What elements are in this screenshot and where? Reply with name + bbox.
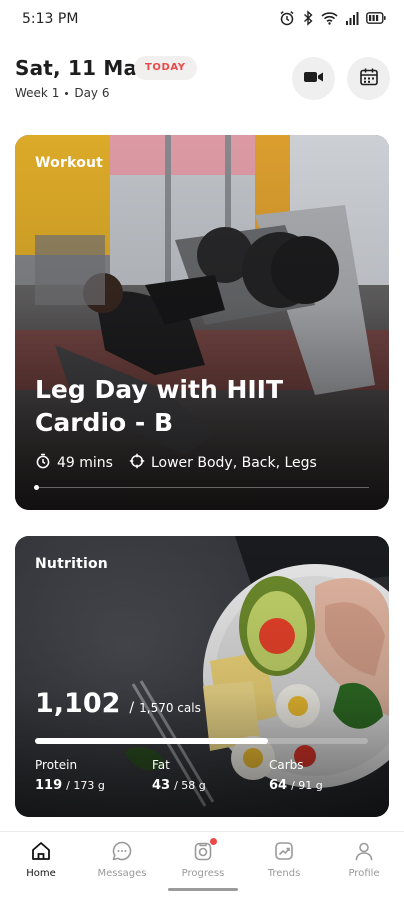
workout-target-areas: Lower Body, Back, Legs — [150, 455, 317, 471]
macro-protein: Protein 119 / 173 g — [35, 758, 105, 793]
protein-current: 119 — [35, 778, 63, 793]
calories-row: 1,102 / 1,570 cals — [35, 688, 201, 719]
profile-person-icon — [353, 838, 375, 864]
fat-label: Fat — [152, 758, 170, 772]
calendar-button[interactable] — [347, 57, 390, 100]
chat-bubble-icon — [111, 838, 133, 864]
calories-progress-bar — [35, 738, 368, 744]
status-time: 5:13 PM — [22, 11, 79, 27]
nutrition-card-label: Nutrition — [35, 556, 108, 572]
trends-chart-icon — [273, 838, 295, 864]
calories-progress-fill — [35, 738, 269, 744]
nav-label-progress: Progress — [181, 868, 225, 879]
nav-label-home: Home — [26, 868, 56, 879]
bluetooth-icon — [302, 10, 314, 26]
date-title: Sat, 11 Mar — [15, 56, 148, 80]
alarm-icon — [279, 10, 295, 26]
calories-consumed: 1,102 — [35, 688, 121, 719]
nav-item-messages[interactable]: Messages — [82, 838, 162, 879]
fat-goal: / 58 g — [174, 779, 206, 792]
notification-dot — [210, 838, 217, 845]
workout-meta: 49 mins Lower Body, Back, Legs — [35, 453, 317, 473]
pager-track — [35, 487, 369, 488]
nav-item-profile[interactable]: Profile — [324, 838, 404, 879]
separator-dot — [65, 91, 69, 95]
nav-label-profile: Profile — [348, 868, 380, 879]
home-icon — [30, 838, 52, 864]
target-icon — [129, 453, 145, 473]
day-label: Day 6 — [74, 86, 110, 100]
wifi-icon — [321, 11, 338, 25]
workout-card[interactable]: Workout Leg Day with HIIT Cardio - B 49 … — [15, 135, 389, 510]
carbs-label: Carbs — [269, 758, 304, 772]
today-badge: TODAY — [134, 56, 197, 80]
fat-current: 43 — [152, 778, 171, 793]
stopwatch-icon — [35, 453, 51, 473]
macro-fat: Fat 43 / 58 g — [152, 758, 206, 793]
home-indicator[interactable] — [168, 888, 238, 891]
pager-dot-active[interactable] — [34, 485, 39, 490]
nav-label-messages: Messages — [97, 868, 147, 879]
status-bar: 5:13 PM — [0, 0, 404, 40]
workout-title: Leg Day with HIIT Cardio - B — [35, 375, 284, 437]
status-icons — [279, 10, 386, 26]
calendar-icon — [359, 67, 379, 91]
calories-goal: 1,570 cals — [139, 701, 201, 715]
workout-card-label: Workout — [35, 155, 104, 171]
video-camera-icon — [303, 69, 325, 89]
week-label: Week 1 — [15, 86, 60, 100]
duration-item: 49 mins — [35, 453, 113, 473]
progress-camera-icon — [192, 838, 217, 864]
protein-goal: / 173 g — [66, 779, 105, 792]
nav-item-home[interactable]: Home — [1, 838, 81, 879]
calories-separator: / — [129, 700, 135, 716]
macro-carbs: Carbs 64 / 91 g — [269, 758, 323, 793]
nutrition-card[interactable]: Nutrition 1,102 / 1,570 cals Protein 119… — [15, 536, 389, 817]
nav-item-trends[interactable]: Trends — [244, 838, 324, 879]
nav-label-trends: Trends — [267, 868, 301, 879]
carbs-goal: / 91 g — [291, 779, 323, 792]
video-call-button[interactable] — [292, 57, 335, 100]
week-day-info: Week 1 Day 6 — [15, 86, 109, 100]
workout-duration: 49 mins — [57, 455, 113, 471]
protein-label: Protein — [35, 758, 78, 772]
nav-item-progress[interactable]: Progress — [163, 838, 243, 879]
target-item: Lower Body, Back, Legs — [129, 453, 317, 473]
signal-icon — [345, 11, 359, 25]
carbs-current: 64 — [269, 778, 288, 793]
battery-icon — [366, 12, 386, 24]
